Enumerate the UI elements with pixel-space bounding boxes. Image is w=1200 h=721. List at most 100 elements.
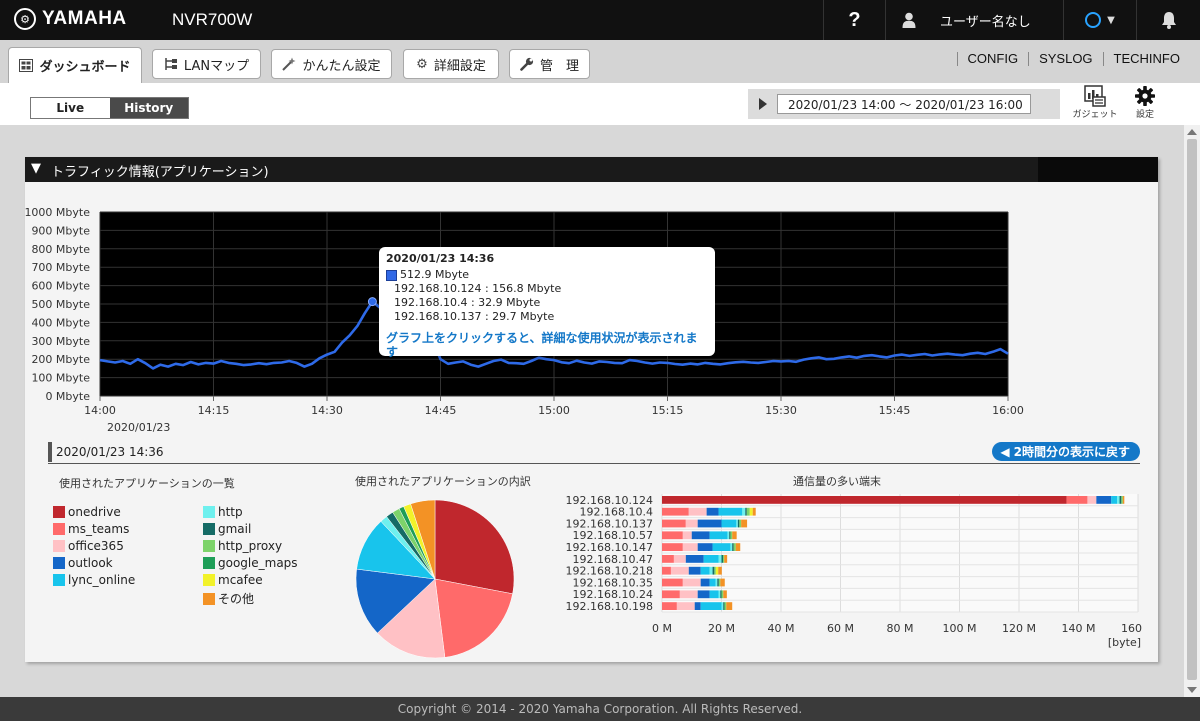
legend-item[interactable]: http: [203, 505, 243, 519]
bar-segment[interactable]: [714, 566, 716, 575]
config-link[interactable]: CONFIG: [956, 52, 1029, 66]
bar-segment[interactable]: [726, 602, 733, 610]
bar-segment[interactable]: [709, 590, 719, 599]
bar-segment[interactable]: [746, 507, 750, 516]
help-button[interactable]: ?: [823, 0, 885, 40]
tab-lan-map[interactable]: LANマップ: [152, 49, 261, 79]
bar-segment[interactable]: [662, 602, 677, 610]
tab-management[interactable]: 管 理: [509, 49, 590, 79]
settings-button[interactable]: 設定: [1130, 85, 1160, 120]
tab-easy-setup[interactable]: かんたん設定: [271, 49, 392, 79]
techinfo-link[interactable]: TECHINFO: [1102, 52, 1190, 66]
bar-segment[interactable]: [727, 531, 730, 540]
bar-segment[interactable]: [679, 590, 698, 599]
legend-item[interactable]: google_maps: [203, 556, 298, 570]
user-menu[interactable]: ユーザー名なし: [885, 0, 1063, 40]
bar-segment[interactable]: [715, 578, 718, 587]
bar-segment[interactable]: [697, 590, 710, 599]
time-range-field[interactable]: 2020/01/23 14:00 〜 2020/01/23 16:00: [777, 94, 1031, 114]
bar-segment[interactable]: [673, 555, 686, 563]
bar-segment[interactable]: [745, 507, 747, 516]
bar-segment[interactable]: [709, 566, 713, 575]
bar-segment[interactable]: [1122, 496, 1125, 504]
vertical-scrollbar[interactable]: [1184, 125, 1200, 697]
bar-segment[interactable]: [1111, 496, 1118, 504]
legend-item[interactable]: ms_teams: [53, 522, 129, 536]
bar-segment[interactable]: [722, 555, 725, 563]
status-menu[interactable]: ▼: [1063, 0, 1136, 40]
bar-segment[interactable]: [741, 519, 748, 528]
bar-segment[interactable]: [739, 519, 742, 528]
bar-segment[interactable]: [688, 566, 701, 575]
bar-segment[interactable]: [1096, 496, 1112, 504]
bar-segment[interactable]: [700, 566, 710, 575]
play-icon[interactable]: [759, 98, 767, 110]
bar-segment[interactable]: [1066, 496, 1088, 504]
bar-segment[interactable]: [694, 602, 701, 610]
bar-segment[interactable]: [718, 507, 743, 516]
bar-segment[interactable]: [721, 602, 724, 610]
legend-item[interactable]: gmail: [203, 522, 251, 536]
bar-segment[interactable]: [697, 519, 722, 528]
bar-segment[interactable]: [732, 543, 734, 551]
bar-segment[interactable]: [720, 590, 722, 599]
legend-item[interactable]: office365: [53, 539, 124, 553]
bar-segment[interactable]: [676, 602, 695, 610]
legend-item[interactable]: outlook: [53, 556, 113, 570]
bar-segment[interactable]: [730, 531, 733, 540]
tab-dashboard[interactable]: ダッシュボード: [8, 47, 142, 83]
bar-segment[interactable]: [718, 590, 721, 599]
bar-segment[interactable]: [682, 578, 701, 587]
bar-segment[interactable]: [682, 543, 698, 551]
tab-advanced-settings[interactable]: ⚙ 詳細設定: [403, 49, 499, 79]
bar-segment[interactable]: [721, 590, 724, 599]
bar-segment[interactable]: [700, 578, 710, 587]
notification-button[interactable]: [1136, 0, 1200, 40]
bar-segment[interactable]: [715, 566, 719, 575]
bar-segment[interactable]: [720, 578, 725, 587]
bar-segment[interactable]: [737, 519, 740, 528]
bar-segment[interactable]: [662, 519, 686, 528]
bar-segment[interactable]: [730, 543, 733, 551]
bar-segment[interactable]: [662, 531, 683, 540]
bar-segment[interactable]: [732, 531, 737, 540]
bar-segment[interactable]: [1119, 496, 1122, 504]
bar-segment[interactable]: [1087, 496, 1097, 504]
bar-segment[interactable]: [718, 578, 721, 587]
back-to-two-hours-button[interactable]: ◀ 2時間分の表示に戻す: [992, 442, 1140, 461]
legend-item[interactable]: http_proxy: [203, 539, 282, 553]
bar-segment[interactable]: [724, 555, 728, 563]
bar-segment[interactable]: [682, 531, 692, 540]
bar-segment[interactable]: [662, 496, 1067, 504]
bar-segment[interactable]: [724, 602, 727, 610]
scroll-down-arrow-icon[interactable]: [1187, 687, 1197, 693]
bar-segment[interactable]: [703, 555, 719, 563]
bar-segment[interactable]: [712, 566, 715, 575]
bar-segment[interactable]: [752, 507, 756, 516]
bar-segment[interactable]: [735, 543, 741, 551]
history-button[interactable]: History: [109, 98, 188, 118]
bar-segment[interactable]: [662, 578, 683, 587]
bar-segment[interactable]: [749, 507, 753, 516]
bar-segment[interactable]: [717, 578, 719, 587]
bar-segment[interactable]: [721, 519, 737, 528]
legend-item[interactable]: その他: [203, 590, 254, 607]
panel-header[interactable]: ▼ トラフィック情報(アプリケーション): [25, 157, 1158, 182]
bar-segment[interactable]: [736, 519, 738, 528]
bar-segment[interactable]: [706, 507, 719, 516]
bar-segment[interactable]: [718, 555, 722, 563]
scrollbar-thumb[interactable]: [1187, 139, 1197, 680]
bar-segment[interactable]: [662, 555, 674, 563]
bar-segment[interactable]: [1121, 496, 1123, 504]
live-button[interactable]: Live: [31, 98, 110, 118]
bar-segment[interactable]: [662, 507, 689, 516]
pie-slice[interactable]: [434, 499, 515, 595]
bar-segment[interactable]: [662, 543, 683, 551]
bar-segment[interactable]: [709, 578, 716, 587]
legend-item[interactable]: lync_online: [53, 573, 135, 587]
bar-segment[interactable]: [718, 566, 722, 575]
bar-segment[interactable]: [685, 555, 704, 563]
bar-segment[interactable]: [697, 543, 713, 551]
scroll-up-arrow-icon[interactable]: [1187, 129, 1197, 135]
legend-item[interactable]: mcafee: [203, 573, 263, 587]
